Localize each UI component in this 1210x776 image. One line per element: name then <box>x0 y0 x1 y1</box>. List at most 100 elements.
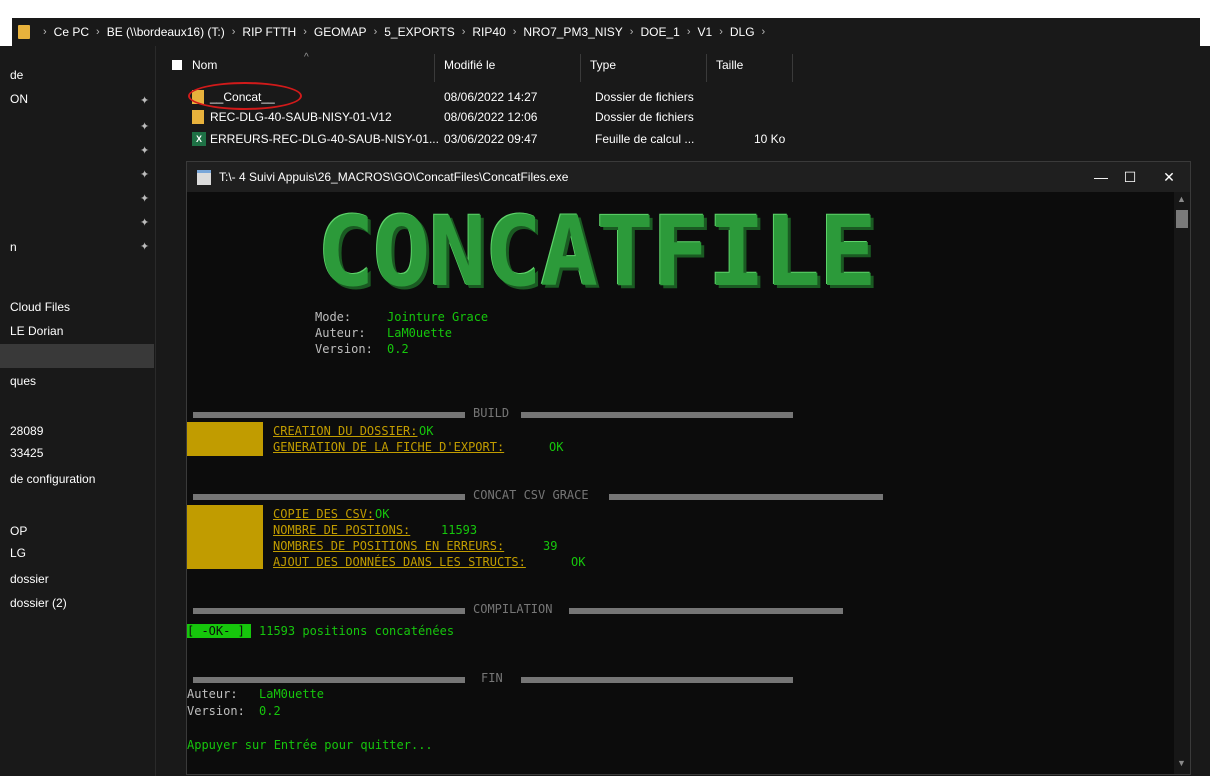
breadcrumb-item[interactable]: DOE_1 <box>640 25 679 39</box>
pin-icon: ✦ <box>140 217 150 229</box>
nav-item[interactable]: LG <box>10 546 26 560</box>
breadcrumb-item[interactable]: V1 <box>698 25 713 39</box>
pin-icon: ✦ <box>140 95 150 107</box>
chevron-right-icon: › <box>231 26 236 38</box>
file-modified: 08/06/2022 14:27 <box>444 90 538 104</box>
nav-item[interactable]: de <box>10 68 23 82</box>
excel-icon: X <box>192 132 206 146</box>
highlight-circle <box>188 82 302 110</box>
section-title: BUILD <box>473 406 510 420</box>
nav-item[interactable]: ques <box>10 374 36 388</box>
chevron-right-icon: › <box>96 26 100 38</box>
file-type: Feuille de calcul ... <box>595 132 695 146</box>
mode-label: Mode: <box>315 310 352 324</box>
breadcrumb-item[interactable]: RIP FTTH <box>242 25 296 39</box>
concat-line-label: COPIE DES CSV: <box>273 507 375 521</box>
console-title: T:\- 4 Suivi Appuis\26_MACROS\GO\ConcatF… <box>219 170 569 184</box>
exit-prompt: Appuyer sur Entrée pour quitter... <box>187 738 433 752</box>
nav-item[interactable]: 33425 <box>10 446 43 460</box>
file-row[interactable]: X ERREURS-REC-DLG-40-SAUB-NISY-01... 03/… <box>192 130 892 150</box>
chevron-right-icon: › <box>373 26 378 38</box>
column-header-name[interactable]: Nom <box>192 54 217 76</box>
nav-item[interactable]: ON <box>10 92 28 106</box>
nav-item[interactable]: 28089 <box>10 424 43 438</box>
section-rule <box>521 412 793 418</box>
column-divider[interactable] <box>792 54 793 82</box>
file-type: Dossier de fichiers <box>595 110 694 124</box>
select-all-checkbox[interactable] <box>172 60 182 70</box>
chevron-right-icon: › <box>303 26 307 38</box>
pin-icon: ✦ <box>140 169 150 181</box>
nav-item[interactable]: OP <box>10 524 27 538</box>
pin-icon: ✦ <box>140 193 150 205</box>
chevron-right-icon: › <box>512 26 517 38</box>
chevron-right-icon: › <box>461 26 466 38</box>
scroll-down-icon[interactable]: ▼ <box>1177 758 1186 768</box>
column-header-modified[interactable]: Modifié le <box>444 54 495 76</box>
ok-badge: [ -OK- ] <box>187 624 245 638</box>
scroll-up-icon[interactable]: ▲ <box>1177 194 1186 204</box>
banner: CONCATFILE <box>317 202 967 310</box>
author-value: LaM0uette <box>387 326 453 340</box>
version-label: Version: <box>315 342 373 356</box>
column-divider[interactable] <box>706 54 707 82</box>
footer-version-label: Version: <box>187 704 245 718</box>
mode-value: Jointure Grace <box>387 310 489 324</box>
concat-line-label: NOMBRES DE POSITIONS EN ERREURS: <box>273 539 505 553</box>
footer-author-label: Auteur: <box>187 687 238 701</box>
file-modified: 08/06/2022 12:06 <box>444 110 538 124</box>
console-scrollbar[interactable]: ▲ ▼ <box>1174 192 1190 774</box>
chevron-right-icon: › <box>629 26 634 38</box>
version-value: 0.2 <box>387 342 409 356</box>
nav-item-selected[interactable] <box>0 344 154 368</box>
breadcrumb-item[interactable]: GEOMAP <box>314 25 367 39</box>
maximize-button[interactable]: ☐ <box>1113 166 1147 188</box>
chevron-right-icon: › <box>761 26 766 38</box>
breadcrumb-item[interactable]: 5_EXPORTS <box>384 25 454 39</box>
status-block <box>187 422 263 456</box>
author-label: Auteur: <box>315 326 366 340</box>
build-line-value: OK <box>419 424 434 438</box>
breadcrumb-item[interactable]: RIP40 <box>472 25 505 39</box>
column-divider[interactable] <box>580 54 581 82</box>
close-button[interactable]: ✕ <box>1152 166 1186 188</box>
concat-line-label: NOMBRE DE POSTIONS: <box>273 523 411 537</box>
nav-item[interactable]: dossier <box>10 572 49 586</box>
file-size: 10 Ko <box>754 132 786 146</box>
chevron-right-icon: › <box>686 26 691 38</box>
scroll-thumb[interactable] <box>1176 210 1188 228</box>
concat-line-value: OK <box>375 507 390 521</box>
section-rule <box>193 412 465 418</box>
file-row[interactable]: REC-DLG-40-SAUB-NISY-01-V12 08/06/2022 1… <box>192 108 892 128</box>
file-modified: 03/06/2022 09:47 <box>444 132 538 146</box>
console-titlebar[interactable]: T:\- 4 Suivi Appuis\26_MACROS\GO\ConcatF… <box>187 162 1190 192</box>
console-window[interactable]: T:\- 4 Suivi Appuis\26_MACROS\GO\ConcatF… <box>186 161 1191 775</box>
sort-up-icon: ^ <box>304 51 309 63</box>
breadcrumb-item[interactable]: BE (\\bordeaux16) (T:) <box>107 25 225 39</box>
file-type: Dossier de fichiers <box>595 90 694 104</box>
nav-item-cloud-files[interactable]: Cloud Files <box>10 300 70 314</box>
chevron-right-icon: › <box>43 26 47 38</box>
concat-line-value: 11593 <box>441 523 478 537</box>
section-title: COMPILATION <box>473 602 553 616</box>
breadcrumb[interactable]: › Ce PC › BE (\\bordeaux16) (T:) › RIP F… <box>12 18 1200 46</box>
section-rule <box>609 494 883 500</box>
section-rule <box>193 608 465 614</box>
nav-item[interactable]: dossier (2) <box>10 596 67 610</box>
console-icon <box>197 170 211 185</box>
concat-line-label: AJOUT DES DONNÉES DANS LES STRUCTS: <box>273 555 526 569</box>
folder-icon <box>192 110 204 124</box>
breadcrumb-item[interactable]: NRO7_PM3_NISY <box>523 25 622 39</box>
section-rule <box>521 677 793 683</box>
build-line-label: GENERATION DE LA FICHE D'EXPORT: <box>273 440 505 454</box>
column-divider[interactable] <box>434 54 435 82</box>
column-header-type[interactable]: Type <box>590 54 616 76</box>
build-line-value: OK <box>549 440 564 454</box>
breadcrumb-item[interactable]: DLG <box>730 25 755 39</box>
column-header-size[interactable]: Taille <box>716 54 743 76</box>
folder-icon <box>18 25 30 39</box>
nav-item[interactable]: de configuration <box>10 472 95 486</box>
breadcrumb-item[interactable]: Ce PC <box>54 25 89 39</box>
nav-item-user[interactable]: LE Dorian <box>10 324 63 338</box>
nav-item[interactable]: n <box>10 240 17 254</box>
